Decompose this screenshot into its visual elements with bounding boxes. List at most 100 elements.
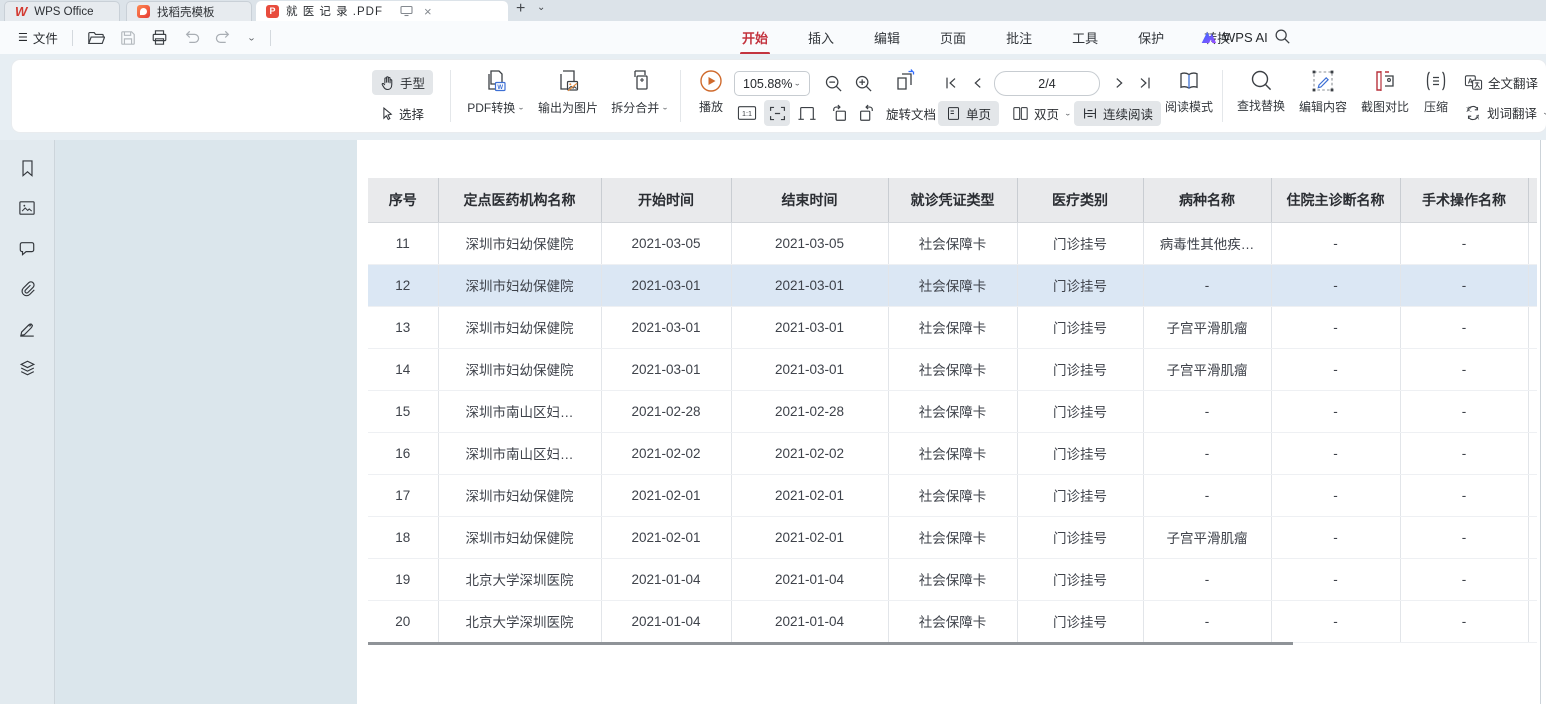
word-translate-button[interactable]: 文 A 划词翻译 ⌄ [1464,103,1546,122]
pdf-convert-button[interactable]: W PDF转换⌄ [460,68,532,116]
last-page-icon[interactable] [1132,70,1158,96]
table-cell: - [1400,600,1528,642]
table-row[interactable]: 14深圳市妇幼保健院2021-03-012021-03-01社会保障卡门诊挂号子… [368,348,1537,390]
table-cell: 社会保障卡 [888,516,1017,558]
first-page-icon[interactable] [938,70,964,96]
menu-tab-home[interactable]: 开始 [740,26,770,49]
table-cell-cut [1528,516,1537,558]
full-translate-button[interactable]: A 全文翻译 [1464,73,1538,92]
table-row[interactable]: 15深圳市南山区妇…2021-02-282021-02-28社会保障卡门诊挂号-… [368,390,1537,432]
split-merge-button[interactable]: 拆分合并⌄ [604,68,676,116]
table-cell: 2021-03-01 [731,348,888,390]
quickbar-chevron-icon[interactable]: ⌄ [247,32,256,42]
close-tab-icon[interactable]: × [424,4,432,19]
thumbnail-icon[interactable] [16,197,38,219]
comment-icon[interactable] [16,237,38,259]
col-header-cut [1528,178,1537,222]
edit-content-button[interactable]: 编辑内容 [1292,68,1354,115]
table-row[interactable]: 16深圳市南山区妇…2021-02-022021-02-02社会保障卡门诊挂号-… [368,432,1537,474]
menu-tab-protect[interactable]: 保护 [1136,26,1166,49]
single-page-view-button[interactable]: 单页 [938,101,999,126]
wps-ai-button[interactable]: WPS AI [1200,21,1268,54]
rotate-document-button[interactable]: 旋转文档 [886,104,936,123]
chevron-down-icon: ⌄ [793,79,801,88]
file-menu-button[interactable]: ☰ 文件 [18,28,58,47]
export-image-button[interactable]: 输出为图片 [532,68,604,116]
pdf-icon: P [266,5,279,18]
tab-document[interactable]: P 就 医 记 录 .PDF × [256,1,508,21]
table-cell: 15 [368,390,438,432]
double-page-view-button[interactable]: 双页 ⌄ [1004,101,1080,126]
table-row[interactable]: 12深圳市妇幼保健院2021-03-012021-03-01社会保障卡门诊挂号-… [368,264,1537,306]
table-cell: 深圳市妇幼保健院 [438,474,601,516]
bookmark-icon[interactable] [16,157,38,179]
table-cell: 2021-03-05 [601,222,731,264]
tab-wps-office[interactable]: W WPS Office [4,1,120,21]
hand-tool-button[interactable]: 手型 [372,70,433,95]
compress-button[interactable]: 压缩 [1414,68,1458,115]
read-mode-button[interactable]: 阅读模式 [1160,68,1218,115]
menu-search-icon[interactable] [1274,28,1291,45]
table-row[interactable]: 20北京大学深圳医院2021-01-042021-01-04社会保障卡门诊挂号-… [368,600,1537,642]
tab-docer-templates[interactable]: 找稻壳模板 [126,1,252,21]
open-file-icon[interactable] [87,29,105,47]
table-cell-cut [1528,306,1537,348]
tab-label: 找稻壳模板 [157,4,215,20]
table-row[interactable]: 18深圳市妇幼保健院2021-02-012021-02-01社会保障卡门诊挂号子… [368,516,1537,558]
menu-tab-edit[interactable]: 编辑 [872,26,902,49]
next-page-icon[interactable] [1106,70,1132,96]
prev-page-icon[interactable] [965,70,991,96]
record-table-body: 11深圳市妇幼保健院2021-03-052021-03-05社会保障卡门诊挂号病… [368,222,1537,642]
layers-icon[interactable] [16,357,38,379]
select-tool-button[interactable]: 选择 [372,101,432,126]
table-row[interactable]: 17深圳市妇幼保健院2021-02-012021-02-01社会保障卡门诊挂号-… [368,474,1537,516]
divider [72,30,73,46]
svg-text:A: A [1475,114,1480,121]
menu-tab-tools[interactable]: 工具 [1070,26,1100,49]
screenshot-compare-button[interactable]: 截图对比 [1354,68,1416,115]
print-icon[interactable] [151,29,169,47]
table-header-row: 序号 定点医药机构名称 开始时间 结束时间 就诊凭证类型 医疗类别 病种名称 住… [368,178,1537,222]
menu-tab-comment[interactable]: 批注 [1004,26,1034,49]
signature-pen-icon[interactable] [16,317,38,339]
save-icon[interactable] [119,29,137,47]
zoom-level-select[interactable]: 105.88% ⌄ [734,71,810,96]
chevron-down-icon: ⌄ [1064,109,1072,118]
table-cell: - [1400,348,1528,390]
rotate-pages-icon[interactable] [892,68,918,94]
zoom-out-icon[interactable] [820,70,846,96]
table-cell-cut [1528,558,1537,600]
document-canvas[interactable] [56,140,357,704]
table-row[interactable]: 11深圳市妇幼保健院2021-03-052021-03-05社会保障卡门诊挂号病… [368,222,1537,264]
continuous-read-button[interactable]: 连续阅读 [1074,101,1161,126]
menu-tab-page[interactable]: 页面 [938,26,968,49]
rotate-right-icon[interactable] [854,100,880,126]
table-row[interactable]: 13深圳市妇幼保健院2021-03-012021-03-01社会保障卡门诊挂号子… [368,306,1537,348]
table-cell: - [1271,264,1400,306]
fit-width-icon[interactable] [764,100,790,126]
table-cell: 2021-02-28 [601,390,731,432]
present-screen-icon[interactable] [400,5,413,17]
pdf-page[interactable]: 序号 定点医药机构名称 开始时间 结束时间 就诊凭证类型 医疗类别 病种名称 住… [357,140,1546,704]
tab-list-chevron-icon[interactable]: ⌄ [537,2,545,13]
attachment-icon[interactable] [16,277,38,299]
table-cell: 门诊挂号 [1017,600,1143,642]
undo-icon[interactable] [183,29,201,47]
page-number-input[interactable]: 2/4 [994,71,1100,96]
divider [450,70,451,122]
table-cell: - [1271,474,1400,516]
new-tab-button[interactable]: + [516,0,525,18]
rotate-left-icon[interactable] [826,100,852,126]
zoom-in-icon[interactable] [850,70,876,96]
fit-page-icon[interactable] [794,100,820,126]
menu-tab-insert[interactable]: 插入 [806,26,836,49]
actual-size-icon[interactable]: 1:1 [734,100,760,126]
table-cell-cut [1528,474,1537,516]
play-button[interactable]: 播放 [688,68,734,115]
find-replace-button[interactable]: 查找替换 [1230,68,1292,114]
table-cell: 门诊挂号 [1017,390,1143,432]
table-cell-cut [1528,600,1537,642]
table-row[interactable]: 19北京大学深圳医院2021-01-042021-01-04社会保障卡门诊挂号-… [368,558,1537,600]
table-cell: 2021-02-02 [731,432,888,474]
redo-icon[interactable] [215,29,233,47]
